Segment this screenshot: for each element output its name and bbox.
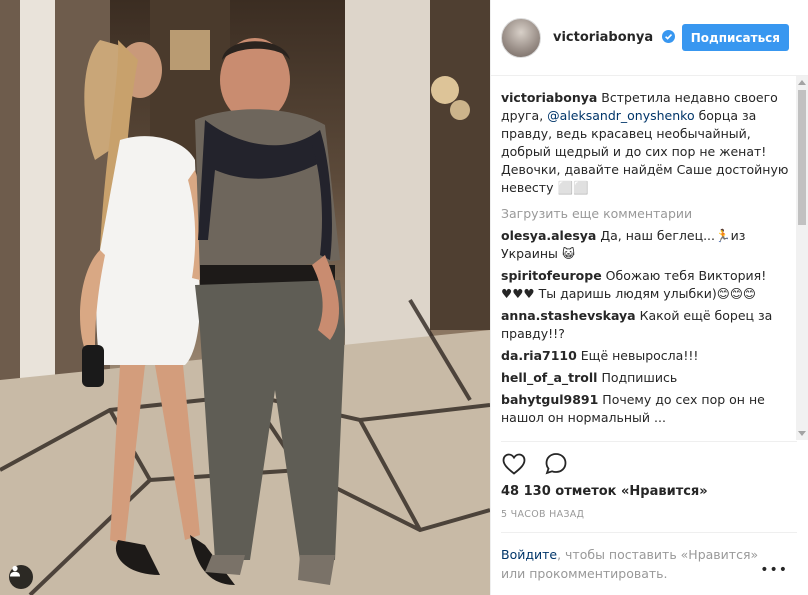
photo-illustration xyxy=(0,0,490,595)
divider xyxy=(501,532,797,533)
caption-mention[interactable]: @aleksandr_onyshenko xyxy=(547,108,694,123)
comment-text: Подпишись xyxy=(597,370,678,385)
scroll-down-arrow-icon[interactable] xyxy=(798,431,806,436)
post-photo[interactable] xyxy=(0,0,490,595)
divider xyxy=(501,441,797,442)
comment-item: spiritofeurope Обожаю тебя Виктория!♥♥♥ … xyxy=(501,267,789,303)
post-timestamp[interactable]: 5 часов назад xyxy=(501,509,584,520)
verified-badge-icon xyxy=(661,30,675,43)
user-tag-button[interactable] xyxy=(9,565,33,589)
login-link[interactable]: Войдите xyxy=(501,547,557,562)
post-header: victoriabonya Подписаться xyxy=(491,0,808,76)
load-more-comments-button[interactable]: Загрузить еще комментарии xyxy=(501,205,789,223)
follow-button[interactable]: Подписаться xyxy=(681,24,789,51)
comment-item: hell_of_a_troll Подпишись xyxy=(501,369,789,387)
scroll-up-arrow-icon[interactable] xyxy=(798,80,806,85)
post-actions xyxy=(501,450,569,478)
comment-username[interactable]: hell_of_a_troll xyxy=(501,370,597,385)
login-prompt: Войдите, чтобы поставить «Нравится» или … xyxy=(501,545,761,583)
comment-username[interactable]: bahytgul9891 xyxy=(501,392,598,407)
comment-username[interactable]: olesya.alesya xyxy=(501,228,596,243)
comments-scrollbar[interactable] xyxy=(796,76,808,440)
heart-icon[interactable] xyxy=(501,451,527,477)
comment-item: da.ria7110 Ещё невыросла!!! xyxy=(501,347,789,365)
comment-username[interactable]: da.ria7110 xyxy=(501,348,577,363)
caption: victoriabonya Встретила недавно своего д… xyxy=(501,89,789,197)
author-username[interactable]: victoriabonya xyxy=(553,30,675,45)
post-sidebar: victoriabonya Подписаться victoriabonya … xyxy=(490,0,808,595)
comment-icon[interactable] xyxy=(543,451,569,477)
comments-section: victoriabonya Встретила недавно своего д… xyxy=(501,89,789,441)
comment-text: Ещё невыросла!!! xyxy=(576,348,699,363)
avatar[interactable] xyxy=(501,17,541,58)
comment-username[interactable]: spiritofeurope xyxy=(501,268,602,283)
author-username-text[interactable]: victoriabonya xyxy=(553,30,653,45)
comment-item: bahytgul9891 Почему до сех пор он не наш… xyxy=(501,391,789,427)
likes-count[interactable]: 48 130 отметок «Нравится» xyxy=(501,484,708,499)
comment-item: olesya.alesya Да, наш беглец...🏃из Украи… xyxy=(501,227,789,263)
more-options-icon[interactable]: ••• xyxy=(760,562,788,578)
scrollbar-thumb[interactable] xyxy=(798,90,806,225)
caption-author[interactable]: victoriabonya xyxy=(501,90,597,105)
comment-username[interactable]: anna.stashevskaya xyxy=(501,308,636,323)
comment-item: anna.stashevskaya Какой ещё борец за пра… xyxy=(501,307,789,343)
